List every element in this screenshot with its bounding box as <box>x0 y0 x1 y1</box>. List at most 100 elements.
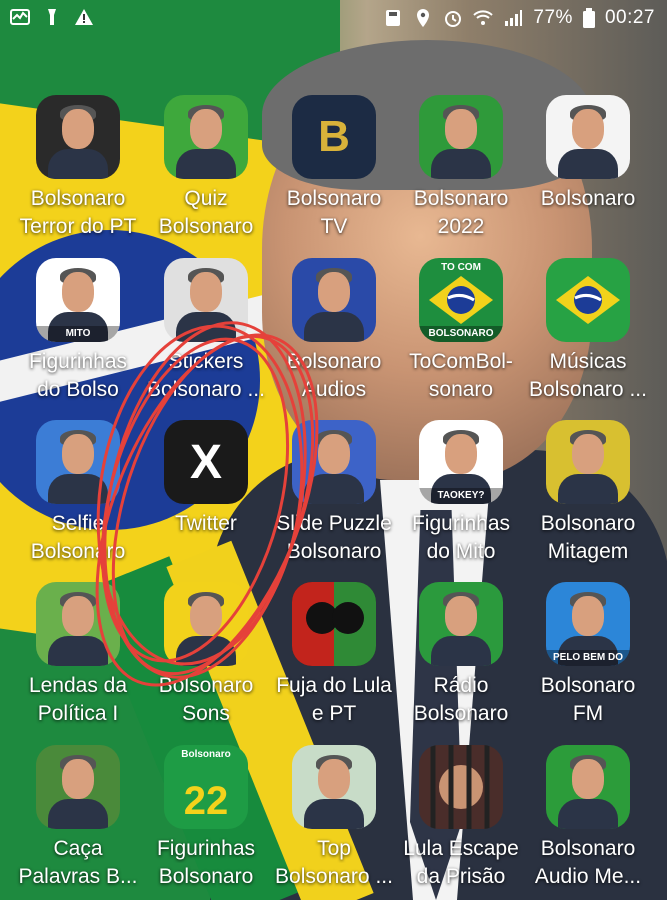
sketch-icon[interactable] <box>164 258 248 342</box>
app-bolsonaro[interactable]: Bolsonaro <box>523 95 653 255</box>
app-bolsonaro-audio-me[interactable]: Bolsonaro Audio Me... <box>523 745 653 900</box>
app-lendas-da-pol-tica-i[interactable]: Lendas da Política I <box>13 582 143 742</box>
app-label: Caça Palavras B... <box>13 835 143 891</box>
portrait-face <box>62 109 94 149</box>
flag-icon[interactable]: TO COM BOLSONARO <box>419 258 503 342</box>
battery-percent: 77% <box>533 7 573 28</box>
portrait-body <box>304 474 364 504</box>
app-tocombol-sonaro[interactable]: TO COM BOLSONARO ToComBol-sonaro <box>396 258 526 418</box>
app-label: ToComBol-sonaro <box>396 348 526 404</box>
wifi-icon <box>473 10 494 25</box>
clock: 00:27 <box>604 7 655 28</box>
portrait-face <box>572 759 604 799</box>
app-ca-a-palavras-b[interactable]: Caça Palavras B... <box>13 745 143 900</box>
app-label: Bolsonaro 2022 <box>396 185 526 241</box>
alarm-icon <box>445 11 462 27</box>
portrait-face <box>62 272 94 312</box>
app-label: Lula Escape da Prisão <box>396 835 526 891</box>
portrait-icon[interactable] <box>164 95 248 179</box>
app-label-line2: Audio Me... <box>534 865 642 888</box>
icon-top-caption: Bolsonaro <box>181 749 231 760</box>
app-bolsonaro-2022[interactable]: Bolsonaro 2022 <box>396 95 526 255</box>
app-label-line1: Bolsonaro <box>540 674 636 697</box>
app-quiz-bolsonaro[interactable]: Quiz Bolsonaro <box>141 95 271 255</box>
app-m-sicas-bolsonaro[interactable]: Músicas Bolsonaro ... <box>523 258 653 418</box>
app-bolsonaro-tv[interactable]: B Bolsonaro TV <box>269 95 399 255</box>
portrait-icon[interactable] <box>546 745 630 829</box>
music-flag-icon[interactable] <box>546 258 630 342</box>
portrait-icon[interactable] <box>36 745 120 829</box>
app-fuja-do-lula-e-pt[interactable]: Fuja do Lula e PT <box>269 582 399 742</box>
portrait-face <box>190 596 222 636</box>
app-bolsonaro-mitagem[interactable]: Bolsonaro Mitagem <box>523 420 653 580</box>
app-r-dio-bolsonaro[interactable]: Rádio Bolsonaro <box>396 582 526 742</box>
app-label: Bolsonaro Audio Me... <box>523 835 653 891</box>
portrait-face <box>318 434 350 474</box>
app-label-line2: Palavras B... <box>18 865 138 888</box>
portrait-icon[interactable] <box>292 258 376 342</box>
app-selfie-bolsonaro[interactable]: Selfie Bolsonaro <box>13 420 143 580</box>
prison-icon[interactable] <box>419 745 503 829</box>
number-22-icon[interactable]: 22 Bolsonaro <box>164 745 248 829</box>
portrait-icon[interactable] <box>36 420 120 504</box>
portrait-icon[interactable]: TAOKEY? <box>419 420 503 504</box>
app-bolsonaro-fm[interactable]: PELO BEM DO BRASIL Bolsonaro FM <box>523 582 653 742</box>
app-label-line2: sonaro <box>428 378 494 401</box>
activity-icon <box>10 9 30 25</box>
app-twitter[interactable]: X Twitter <box>141 420 271 580</box>
app-label-line2: FM <box>572 702 604 725</box>
app-label: Figurinhas do Mito <box>396 510 526 566</box>
portrait-icon[interactable] <box>36 95 120 179</box>
icon-top-caption: TO COM <box>441 262 481 273</box>
portrait-body <box>558 474 618 504</box>
app-label-line1: Top <box>317 837 351 860</box>
b-logo-icon[interactable]: B <box>292 95 376 179</box>
battery-icon <box>582 8 595 28</box>
icon-caption: PELO BEM DO BRASIL <box>546 650 630 666</box>
app-label-line2: Bolsonaro ... <box>529 378 647 401</box>
app-label: Bolsonaro TV <box>269 185 399 241</box>
app-label-line2: Política I <box>37 702 119 725</box>
app-label-line1: Rádio <box>433 674 489 697</box>
app-label-line2: Bolsonaro <box>158 215 254 238</box>
portrait-body <box>48 474 108 504</box>
portrait-face <box>318 272 350 312</box>
portrait-body <box>48 636 108 666</box>
app-label: Top Bolsonaro ... <box>269 835 399 891</box>
portrait-icon[interactable] <box>419 582 503 666</box>
silhouette-icon[interactable] <box>292 582 376 666</box>
app-label-line2: da Prisão <box>416 865 506 888</box>
portrait-icon[interactable] <box>546 95 630 179</box>
app-bolsonaro-sons[interactable]: Bolsonaro Sons <box>141 582 271 742</box>
portrait-face <box>190 109 222 149</box>
app-top-bolsonaro[interactable]: Top Bolsonaro ... <box>269 745 399 900</box>
app-label: Músicas Bolsonaro ... <box>523 348 653 404</box>
app-label: Quiz Bolsonaro <box>141 185 271 241</box>
portrait-icon[interactable] <box>36 582 120 666</box>
portrait-icon[interactable] <box>292 420 376 504</box>
app-bolsonaro-audios[interactable]: Bolsonaro Audios <box>269 258 399 418</box>
portrait-icon[interactable] <box>292 745 376 829</box>
running-man-icon[interactable] <box>419 95 503 179</box>
portrait-body <box>176 149 236 179</box>
portrait-body <box>176 636 236 666</box>
x-logo-icon[interactable]: X <box>164 420 248 504</box>
app-figurinhas-do-mito[interactable]: TAOKEY? Figurinhas do Mito <box>396 420 526 580</box>
app-figurinhas-bolsonaro[interactable]: 22 Bolsonaro Figurinhas Bolsonaro <box>141 745 271 900</box>
app-label-line1: Músicas <box>549 350 627 373</box>
portrait-icon[interactable]: MITO <box>36 258 120 342</box>
icon-caption: MITO <box>36 326 120 342</box>
app-slide-puzzle-bolsonaro[interactable]: Slide Puzzle Bolsonaro <box>269 420 399 580</box>
portrait-icon[interactable]: PELO BEM DO BRASIL <box>546 582 630 666</box>
app-lula-escape-da-pris-o[interactable]: Lula Escape da Prisão <box>396 745 526 900</box>
portrait-icon[interactable] <box>164 582 248 666</box>
app-label-line2: Bolsonaro ... <box>275 865 393 888</box>
portrait-body <box>176 312 236 342</box>
app-label-line1: Selfie <box>51 512 105 535</box>
app-stickers-bolsonaro[interactable]: Stickers Bolsonaro ... <box>141 258 271 418</box>
app-bolsonaro-terror-do-pt[interactable]: Bolsonaro Terror do PT <box>13 95 143 255</box>
app-figurinhas-do-bolso[interactable]: MITO Figurinhas do Bolso <box>13 258 143 418</box>
app-label-line2: TV <box>320 215 348 238</box>
app-label-line2: Bolsonaro ... <box>147 378 265 401</box>
portrait-icon[interactable] <box>546 420 630 504</box>
